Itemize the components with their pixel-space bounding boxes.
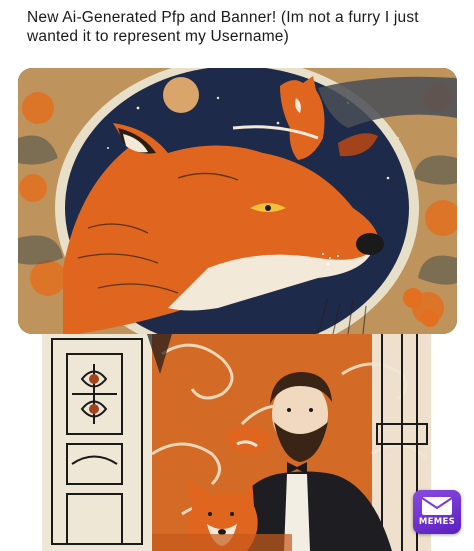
watermark-label: MEMES: [418, 517, 456, 527]
pfp-image: [42, 334, 431, 551]
memes-watermark: MEMES: [413, 490, 461, 534]
post-caption: New Ai-Generated Pfp and Banner! (Im not…: [27, 9, 419, 45]
envelope-icon: [421, 497, 453, 515]
banner-image: [18, 68, 457, 334]
